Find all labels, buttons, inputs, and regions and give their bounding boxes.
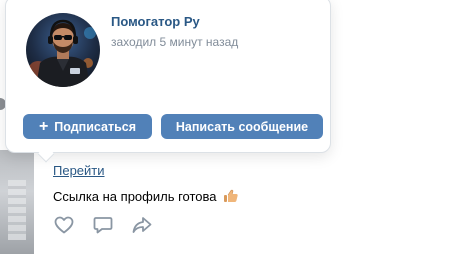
subscribe-button[interactable]: + Подписаться bbox=[23, 114, 152, 139]
profile-name[interactable]: Помогатор Ру bbox=[111, 14, 200, 29]
post-text-line: Ссылка на профиль готова bbox=[53, 189, 239, 204]
profile-popup: Помогатор Ру заходил 5 минут назад + Под… bbox=[5, 0, 331, 153]
thumbs-up-emoji bbox=[223, 189, 239, 203]
post-text: Ссылка на профиль готова bbox=[53, 189, 217, 204]
heart-icon bbox=[54, 216, 74, 234]
share-button[interactable] bbox=[131, 214, 153, 236]
send-message-label: Написать сообщение bbox=[175, 119, 309, 134]
post-link[interactable]: Перейти bbox=[53, 163, 105, 178]
avatar[interactable] bbox=[26, 13, 100, 87]
post-actions bbox=[53, 214, 153, 236]
send-message-button[interactable]: Написать сообщение bbox=[161, 114, 323, 139]
page: Перейти Ссылка на профиль готова Помогат… bbox=[0, 0, 456, 254]
subscribe-label: Подписаться bbox=[54, 119, 137, 134]
like-button[interactable] bbox=[53, 214, 75, 236]
last-seen-status: заходил 5 минут назад bbox=[111, 35, 239, 49]
background-photo-strip bbox=[0, 150, 34, 254]
comment-button[interactable] bbox=[92, 214, 114, 236]
plus-icon: + bbox=[38, 117, 49, 135]
share-icon bbox=[132, 217, 152, 233]
comment-icon bbox=[93, 217, 113, 234]
